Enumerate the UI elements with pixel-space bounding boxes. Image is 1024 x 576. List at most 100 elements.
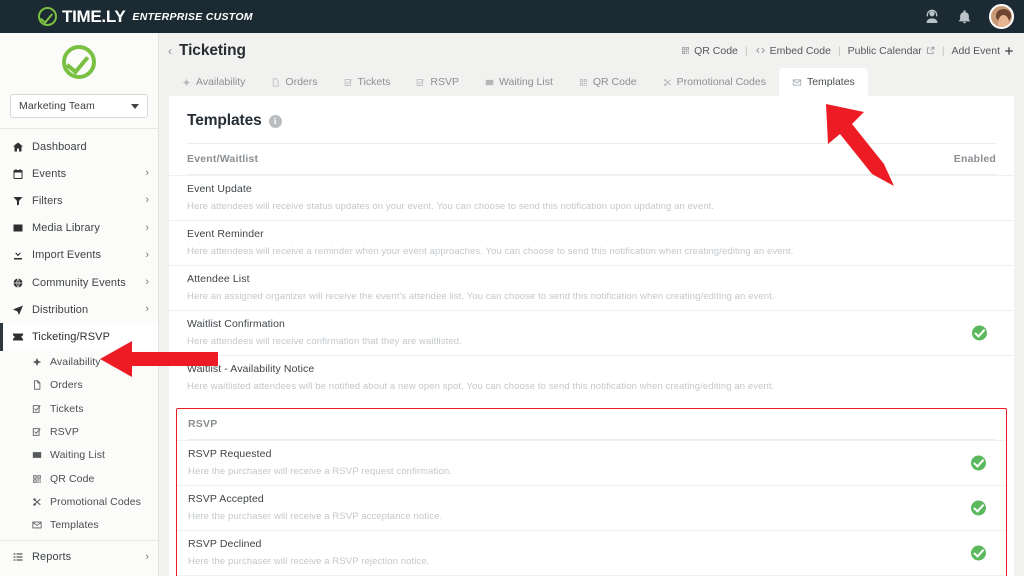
top-bar: TIME.LY ENTERPRISE CUSTOM <box>0 0 1024 33</box>
status-badge-enabled-check-icon[interactable] <box>972 325 987 341</box>
tab-qr-code[interactable]: QR Code <box>566 68 650 96</box>
sidebar-item-label: Media Library <box>32 222 100 235</box>
sidebar-item-label: Dashboard <box>32 140 87 153</box>
template-description: Here the purchaser will receive a RSVP a… <box>188 511 443 522</box>
tab-label: Availability <box>196 76 246 88</box>
table-row[interactable]: RSVP Requested Here the purchaser will r… <box>177 440 1006 485</box>
template-description: Here an assigned organizer will receive … <box>187 291 775 302</box>
sidebar-subitem-label: Templates <box>50 519 99 532</box>
section-name: RSVP <box>188 418 218 430</box>
qr-code-icon <box>681 46 690 55</box>
tab-tickets[interactable]: Tickets <box>331 68 404 96</box>
top-bar-actions <box>924 4 1014 29</box>
sidebar-item-label: Events <box>32 167 67 180</box>
tab-templates[interactable]: Templates <box>778 68 868 96</box>
template-description: Here attendees will receive confirmation… <box>187 336 462 347</box>
chevron-right-icon: › <box>145 550 149 563</box>
template-description: Here attendees will receive a reminder w… <box>187 246 794 257</box>
timely-checkmark-logo-icon <box>38 7 57 26</box>
sidebar-item-label: Ticketing/RSVP <box>32 330 111 343</box>
public-calendar-button[interactable]: Public Calendar <box>848 45 935 57</box>
sidebar-item-events[interactable]: Events › <box>0 160 158 187</box>
sidebar-item-reports[interactable]: Reports › <box>0 544 158 571</box>
sidebar-item-dashboard[interactable]: Dashboard <box>0 133 158 160</box>
table-row[interactable]: Waitlist Confirmation Here attendees wil… <box>169 310 1014 355</box>
brand-name: TIME.LY <box>62 6 126 26</box>
table-row[interactable]: Attendee List Here an assigned organizer… <box>169 265 1014 310</box>
sidebar-subitem-orders[interactable]: Orders <box>0 374 158 397</box>
status-badge-enabled-check-icon[interactable] <box>971 500 986 516</box>
qr-code-button[interactable]: QR Code <box>681 45 738 57</box>
bell-icon[interactable] <box>957 9 972 25</box>
code-icon <box>755 46 766 55</box>
user-avatar[interactable] <box>989 4 1014 29</box>
sidebar-subitem-label: Orders <box>50 379 83 392</box>
availability-icon <box>32 357 45 367</box>
table-row[interactable]: Event Update Here attendees will receive… <box>169 175 1014 220</box>
info-icon[interactable]: i <box>268 114 282 128</box>
team-selector[interactable]: Marketing Team <box>10 94 148 118</box>
application-window: TIME.LY ENTERPRISE CUSTOM Marketing Team… <box>0 0 1024 576</box>
section-header-event-waitlist: Event/Waitlist Enabled <box>169 144 1014 174</box>
public-calendar-label: Public Calendar <box>847 44 922 57</box>
tab-label: Templates <box>806 76 855 88</box>
sidebar-item-label: Filters <box>32 194 63 207</box>
image-icon <box>12 222 27 234</box>
table-row[interactable]: Event Reminder Here attendees will recei… <box>169 220 1014 265</box>
tab-promotional-codes[interactable]: Promotional Codes <box>650 68 779 96</box>
action-separator: | <box>837 44 841 57</box>
plus-icon <box>1004 46 1014 56</box>
sidebar-item-media-library[interactable]: Media Library › <box>0 215 158 242</box>
tab-rsvp[interactable]: RSVP <box>403 68 472 96</box>
scissors-icon <box>663 78 672 87</box>
sidebar-item-community-events[interactable]: Community Events › <box>0 269 158 296</box>
table-row[interactable]: RSVP Declined Here the purchaser will re… <box>177 530 1006 575</box>
sidebar-subitem-label: Tickets <box>50 402 84 415</box>
sidebar-item-filters[interactable]: Filters › <box>0 187 158 214</box>
sidebar-item-label: Distribution <box>32 303 89 316</box>
chevron-right-icon: › <box>145 276 149 289</box>
embed-code-button[interactable]: Embed Code <box>755 45 831 57</box>
add-event-button[interactable]: Add Event <box>952 45 1014 57</box>
sidebar: Marketing Team Dashboard Events › Filter… <box>0 33 159 576</box>
sidebar-subitem-label: Promotional Codes <box>50 495 141 508</box>
embed-code-label: Embed Code <box>769 44 831 57</box>
section-header-rsvp: RSVP <box>177 409 1006 439</box>
status-badge-enabled-check-icon[interactable] <box>971 545 986 561</box>
sidebar-subitem-templates[interactable]: Templates <box>0 514 158 537</box>
sidebar-item-distribution[interactable]: Distribution › <box>0 296 158 323</box>
table-row[interactable]: RSVP Accepted Here the purchaser will re… <box>177 485 1006 530</box>
ticket-icon <box>12 331 27 343</box>
sidebar-logo[interactable] <box>0 33 158 90</box>
sidebar-subitem-qr-code[interactable]: QR Code <box>0 467 158 490</box>
sidebar-subitem-availability[interactable]: Availability <box>0 351 158 374</box>
checkbox-icon <box>344 78 353 87</box>
tab-label: Orders <box>285 76 318 88</box>
tab-waiting-list[interactable]: Waiting List <box>472 68 566 96</box>
brand-logo[interactable]: TIME.LY ENTERPRISE CUSTOM <box>38 7 253 27</box>
tab-orders[interactable]: Orders <box>258 68 330 96</box>
template-description: Here the purchaser will receive a RSVP r… <box>188 556 430 567</box>
template-name: Event Reminder <box>187 228 264 240</box>
tab-availability[interactable]: Availability <box>169 68 258 96</box>
globe-icon <box>12 277 27 289</box>
sidebar-subitem-label: RSVP <box>50 426 79 439</box>
table-row[interactable]: Waitlist - Availability Notice Here wait… <box>169 355 1014 400</box>
availability-icon <box>182 78 191 87</box>
envelope-icon <box>32 520 45 530</box>
chevron-right-icon: › <box>145 303 149 316</box>
template-name: Attendee List <box>187 273 250 285</box>
add-event-label: Add Event <box>951 44 1000 57</box>
home-icon <box>12 141 27 153</box>
sidebar-collapse-chevron-left-icon[interactable]: ‹ <box>163 45 177 57</box>
sidebar-subitem-waiting-list[interactable]: Waiting List <box>0 444 158 467</box>
sidebar-subitem-tickets[interactable]: Tickets <box>0 397 158 420</box>
template-description: Here the purchaser will receive a RSVP r… <box>188 466 453 477</box>
sidebar-subitem-rsvp[interactable]: RSVP <box>0 420 158 443</box>
sidebar-item-ticketing-rsvp[interactable]: Ticketing/RSVP <box>0 323 158 351</box>
sidebar-subitem-promotional-codes[interactable]: Promotional Codes <box>0 490 158 513</box>
qr-code-icon <box>32 474 45 484</box>
support-agent-icon[interactable] <box>924 9 940 25</box>
status-badge-enabled-check-icon[interactable] <box>971 455 986 471</box>
sidebar-item-import-events[interactable]: Import Events › <box>0 242 158 269</box>
